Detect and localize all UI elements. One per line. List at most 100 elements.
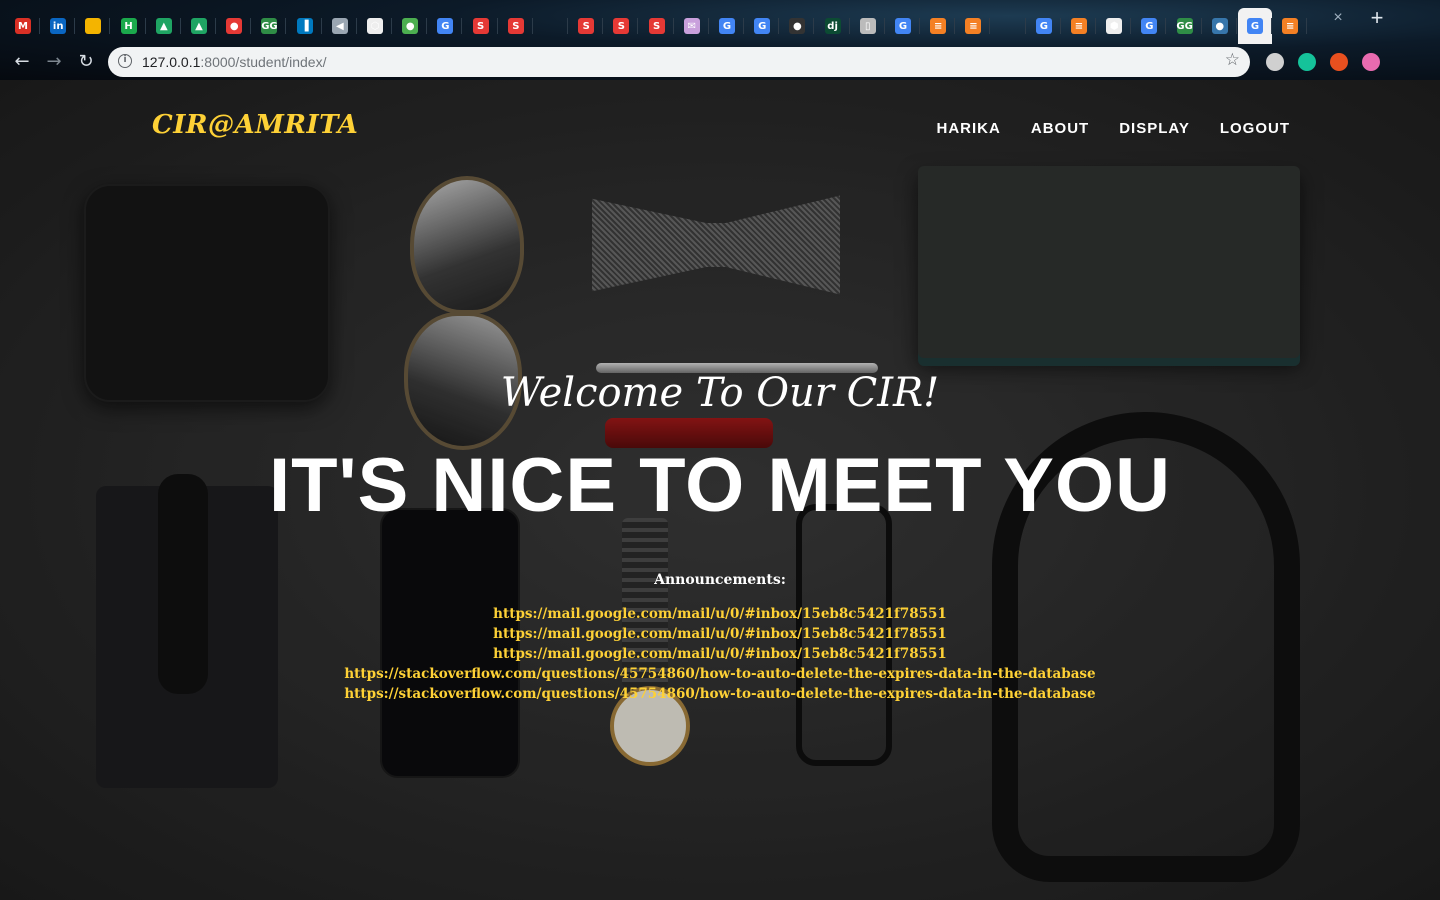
tab-separator [531, 18, 533, 34]
hero-lead-text: Welcome To Our CIR! [500, 370, 940, 416]
browser-tab[interactable]: ◀ [323, 8, 357, 44]
tab-strip: Min H ▲ ▲ ● GG ▐ ◀ ⬡ ● G S S S S S ✉ G G ● dj ▯ G ≡ ≡ G ≡ ⬢ G GG ● G ≡ [0, 8, 1440, 44]
tab-separator [954, 18, 956, 34]
browser-tab[interactable]: ▐ [288, 8, 322, 44]
forward-icon[interactable]: → [42, 50, 66, 74]
browser-tab[interactable]: ● [1203, 8, 1237, 44]
browser-tab[interactable]: ▯ [851, 8, 885, 44]
lotus-icon[interactable] [1362, 53, 1380, 71]
brand-logo[interactable]: CIR@AMRITA [152, 110, 358, 140]
stackoverflow-icon: ≡ [965, 18, 982, 34]
browser-tab[interactable]: GG [1168, 8, 1202, 44]
browser-tab[interactable]: S [640, 8, 674, 44]
back-icon[interactable]: ← [10, 50, 34, 74]
browser-tab[interactable]: ≡ [1062, 8, 1096, 44]
browser-tab[interactable]: G [1027, 8, 1061, 44]
browser-tab[interactable]: M [6, 8, 40, 44]
pokeball-icon: ● [226, 18, 243, 34]
tab-separator [1165, 18, 1167, 34]
url-path: :8000/student/index/ [200, 54, 327, 70]
browser-tab[interactable]: G [886, 8, 920, 44]
browser-tab[interactable]: H [112, 8, 146, 44]
browser-chrome: Min H ▲ ▲ ● GG ▐ ◀ ⬡ ● G S S S S S ✉ G G ● dj ▯ G ≡ ≡ G ≡ ⬢ G GG ● G ≡ ×… [0, 0, 1440, 80]
envelope-icon: ✉ [683, 18, 700, 34]
browser-tab[interactable]: ≡ [1273, 8, 1308, 44]
gmail-icon: M [15, 18, 31, 34]
grammarly-icon[interactable] [1298, 53, 1316, 71]
browser-tab[interactable]: S [604, 8, 639, 44]
announcement-link[interactable]: https://mail.google.com/mail/u/0/#inbox/… [493, 626, 947, 642]
browser-tab[interactable]: ⬡ [358, 8, 392, 44]
nav-link-logout[interactable]: LOGOUT [1220, 120, 1290, 137]
browser-tab[interactable] [534, 8, 568, 44]
tab-separator [426, 18, 428, 34]
browser-tab[interactable] [992, 8, 1026, 44]
browser-tab[interactable]: ● [217, 8, 252, 44]
tab-separator [1200, 18, 1202, 34]
announcement-link[interactable]: https://mail.google.com/mail/u/0/#inbox/… [493, 606, 947, 622]
tab-separator [1130, 18, 1132, 34]
tab-separator [250, 18, 252, 34]
browser-tab[interactable]: G [1132, 8, 1167, 44]
trello-icon: ▐ [296, 18, 313, 34]
browser-tab[interactable]: ▲ [182, 8, 216, 44]
tab-separator [813, 18, 815, 34]
nav-link-display[interactable]: DISPLAY [1119, 120, 1190, 137]
announcement-link[interactable]: https://mail.google.com/mail/u/0/#inbox/… [493, 646, 947, 662]
tab-separator [109, 18, 111, 34]
tab-separator [391, 18, 392, 34]
browser-tab[interactable]: ▲ [147, 8, 181, 44]
tab-separator [707, 18, 709, 34]
tab-separator [74, 18, 76, 34]
extension-red-icon[interactable] [1330, 53, 1348, 71]
browser-tab[interactable]: G [710, 8, 744, 44]
reload-icon[interactable]: ↻ [74, 50, 98, 74]
bookmark-star-icon[interactable]: ☆ [1225, 50, 1240, 70]
browser-tab[interactable] [76, 8, 111, 44]
announcement-link[interactable]: https://stackoverflow.com/questions/4575… [344, 686, 1095, 702]
browser-tab[interactable]: S [464, 8, 498, 44]
tab-separator [215, 18, 216, 34]
browser-tab[interactable]: ≡ [921, 8, 956, 44]
main-nav: HARIKA ABOUT DISPLAY LOGOUT [937, 120, 1290, 137]
announcement-item: https://mail.google.com/mail/u/0/#inbox/… [0, 604, 1440, 624]
browser-tab[interactable]: ≡ [956, 8, 991, 44]
url-host: 127.0.0.1 [142, 54, 201, 70]
browser-tab[interactable]: G [1238, 8, 1272, 44]
address-bar[interactable]: i 127.0.0.1:8000/student/index/ ☆ [108, 47, 1250, 77]
announcement-link[interactable]: https://stackoverflow.com/questions/4575… [344, 666, 1095, 682]
stackoverflow-icon: ≡ [930, 18, 947, 34]
s-icon: S [613, 18, 630, 34]
tab-separator [602, 18, 604, 34]
slides-icon [85, 18, 102, 34]
nav-link-about[interactable]: ABOUT [1031, 120, 1089, 137]
tab-separator [39, 18, 40, 34]
browser-tab[interactable]: ⬢ [1097, 8, 1132, 44]
browser-tab[interactable]: ✉ [675, 8, 709, 44]
google-icon: G [437, 18, 454, 34]
tab-separator [989, 18, 991, 34]
nav-link-harika[interactable]: HARIKA [937, 120, 1001, 137]
browser-tab[interactable]: G [745, 8, 780, 44]
tab-separator [320, 18, 322, 34]
browser-tab[interactable]: S [499, 8, 533, 44]
extension-grey-icon[interactable] [1266, 53, 1284, 71]
browser-tab[interactable]: in [41, 8, 76, 44]
tab-separator [743, 18, 744, 34]
browser-tab[interactable]: ● [780, 8, 815, 44]
browser-tab[interactable]: ● [393, 8, 428, 44]
tab-separator [1271, 18, 1272, 34]
tab-separator [848, 18, 850, 34]
hero-heading: IT'S NICE TO MEET YOU [269, 443, 1171, 528]
browser-tab[interactable]: S [569, 8, 604, 44]
stackoverflow-icon: ≡ [1071, 18, 1087, 34]
url-text[interactable]: 127.0.0.1:8000/student/index/ [142, 54, 327, 70]
browser-tab[interactable]: dj [816, 8, 850, 44]
browser-tab[interactable]: GG [252, 8, 287, 44]
site-info-icon[interactable]: i [118, 54, 132, 68]
browser-tab[interactable]: G [428, 8, 463, 44]
new-tab-button[interactable]: + [1364, 5, 1390, 31]
s-icon: S [507, 18, 524, 34]
close-tab-icon[interactable]: × [1326, 8, 1350, 28]
tab-separator [496, 18, 498, 34]
